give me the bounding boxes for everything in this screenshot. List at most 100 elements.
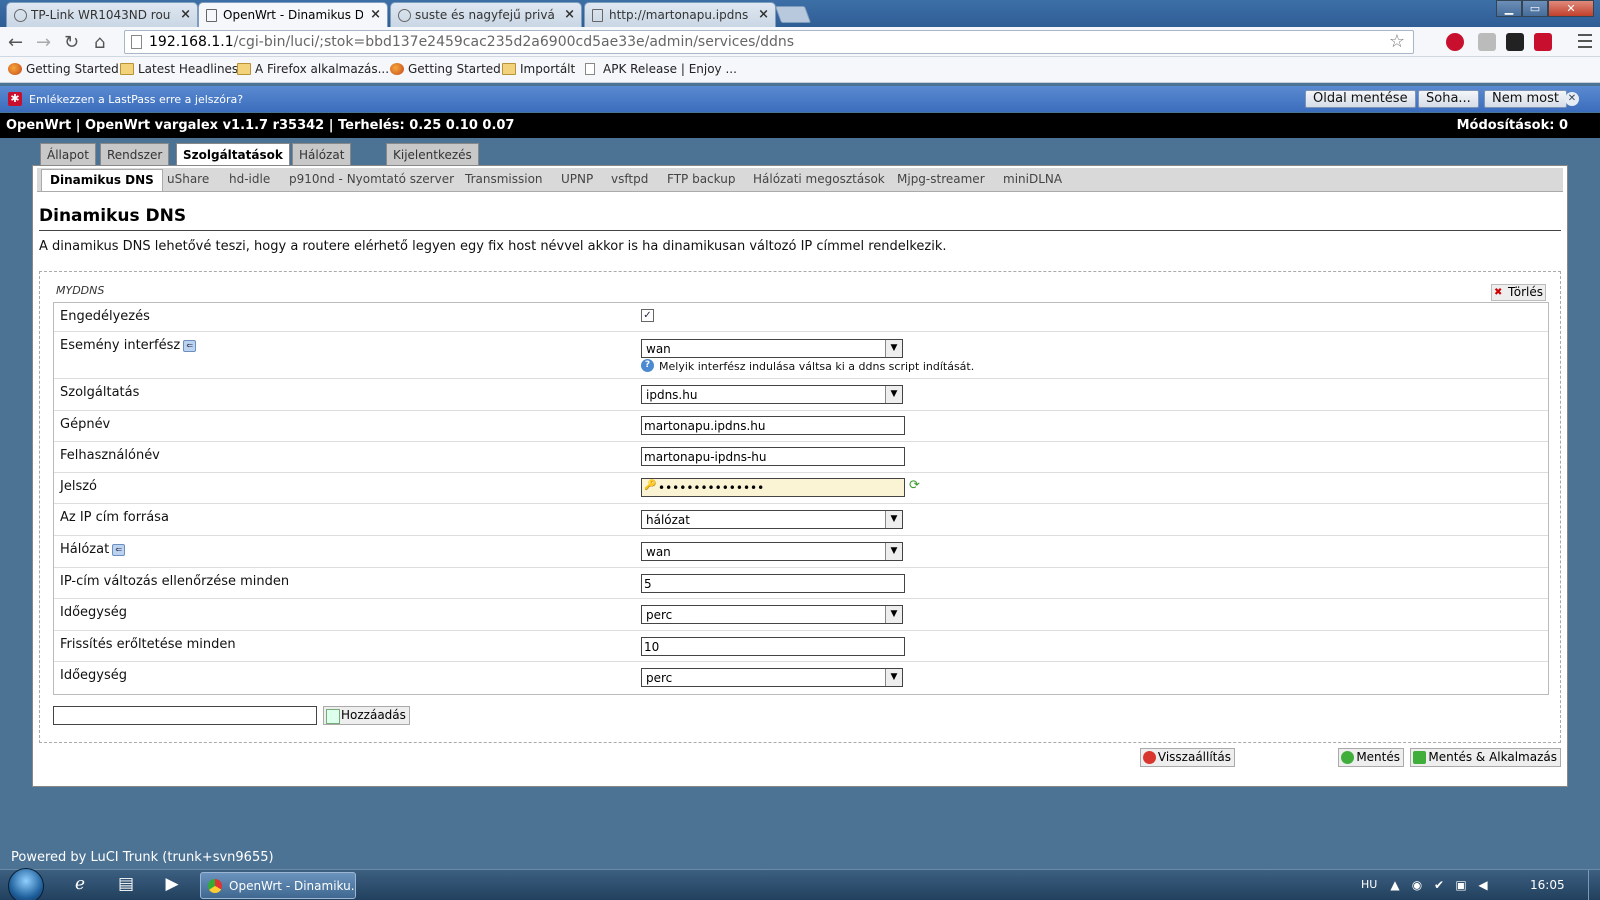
maximize-window-button[interactable]: ▭ xyxy=(1522,0,1548,17)
help-icon[interactable]: ⇐ xyxy=(183,339,197,352)
forward-arrow-icon[interactable]: → xyxy=(36,32,51,53)
security-tray-icon[interactable]: ✔ xyxy=(1432,878,1446,892)
explorer-folder-icon[interactable]: ▤ xyxy=(114,874,138,896)
close-tab-icon[interactable]: × xyxy=(564,7,575,22)
page-description: A dinamikus DNS lehetővé teszi, hogy a r… xyxy=(39,239,947,254)
field-label: Időegység xyxy=(60,668,128,683)
enabled-checkbox[interactable]: ✓ xyxy=(641,309,654,322)
subtab-dynamic-dns[interactable]: Dinamikus DNS xyxy=(41,169,163,191)
browser-tab-martonapu[interactable]: http://martonapu.ipdns.hu × xyxy=(584,2,776,27)
save-apply-button[interactable]: Mentés & Alkalmazás xyxy=(1410,748,1561,767)
bookmark-apk-release[interactable]: APK Release | Enjoy ... xyxy=(585,62,737,76)
tab-services[interactable]: Szolgáltatások xyxy=(176,143,290,166)
bookmark-label: APK Release | Enjoy ... xyxy=(603,62,737,76)
check-interval-input[interactable]: 5 xyxy=(641,574,905,593)
force-unit-select[interactable]: perc ▼ xyxy=(641,668,903,687)
lastpass-icon: ✱ xyxy=(8,92,22,106)
dropdown-arrow-icon: ▼ xyxy=(885,386,902,403)
dropdown-arrow-icon: ▼ xyxy=(885,669,902,686)
bookmark-label: A Firefox alkalmazás... xyxy=(255,62,390,76)
help-icon[interactable]: ⇐ xyxy=(112,543,126,556)
event-interface-select[interactable]: wan ▼ xyxy=(641,339,903,358)
internet-explorer-icon[interactable]: ℯ xyxy=(68,874,92,896)
tab-system[interactable]: Rendszer xyxy=(100,143,170,165)
address-bar[interactable]: 192.168.1.1/cgi-bin/luci/;stok=bbd137e24… xyxy=(124,30,1414,54)
subtab-ftp-backup[interactable]: FTP backup xyxy=(667,172,735,186)
lastpass-close-icon[interactable]: ✕ xyxy=(1565,92,1579,106)
button-label: Mentés & Alkalmazás xyxy=(1428,750,1557,764)
bookmark-getting-started-2[interactable]: Getting Started xyxy=(390,62,501,76)
password-input[interactable]: ••••••••••••••• xyxy=(641,478,905,497)
save-button[interactable]: Mentés xyxy=(1338,748,1404,767)
field-label: Szolgáltatás xyxy=(60,385,140,400)
bookmark-label: Getting Started xyxy=(408,62,501,76)
tab-status[interactable]: Állapot xyxy=(40,143,96,165)
media-player-icon[interactable]: ▶ xyxy=(160,874,184,896)
lastpass-save-button[interactable]: Oldal mentése xyxy=(1305,90,1416,108)
adblock-extension-icon[interactable] xyxy=(1446,33,1464,51)
bookmark-star-icon[interactable]: ☆ xyxy=(1389,31,1405,52)
subtab-ushare[interactable]: uShare xyxy=(167,172,209,186)
delete-button[interactable]: Törlés xyxy=(1490,284,1546,301)
subtab-vsftpd[interactable]: vsftpd xyxy=(611,172,648,186)
field-label: Felhasználónév xyxy=(60,448,160,463)
bookmark-getting-started[interactable]: Getting Started xyxy=(8,62,119,76)
reset-icon xyxy=(1142,751,1156,764)
search-favicon-icon xyxy=(14,9,27,22)
browser-tab-tplink[interactable]: TP-Link WR1043ND router × xyxy=(6,2,198,27)
start-button[interactable] xyxy=(8,868,44,900)
d-extension-icon[interactable] xyxy=(1506,33,1524,51)
tab-network[interactable]: Hálózat xyxy=(292,143,352,165)
subtab-upnp[interactable]: UPNP xyxy=(561,172,593,186)
subtab-transmission[interactable]: Transmission xyxy=(465,172,543,186)
volume-tray-icon[interactable]: ◀ xyxy=(1476,878,1490,892)
dropdown-arrow-icon: ▼ xyxy=(885,606,902,623)
reveal-password-icon[interactable]: ⟳ xyxy=(909,478,920,493)
minimize-window-button[interactable]: ▁ xyxy=(1496,0,1522,17)
menu-icon[interactable] xyxy=(1578,34,1592,48)
subtab-minidlna[interactable]: miniDLNA xyxy=(1003,172,1062,186)
home-icon[interactable]: ⌂ xyxy=(94,32,105,53)
network-tray-icon[interactable]: ▣ xyxy=(1454,878,1468,892)
download-extension-icon[interactable] xyxy=(1478,33,1496,51)
bookmark-firefox-apps[interactable]: A Firefox alkalmazás... xyxy=(237,62,389,76)
changes-counter[interactable]: Módosítások: 0 xyxy=(1457,118,1568,133)
taskbar-clock[interactable]: 16:05 xyxy=(1530,878,1565,892)
network-select[interactable]: wan ▼ xyxy=(641,542,903,561)
reset-button[interactable]: Visszaállítás xyxy=(1139,748,1235,767)
subtab-network-shares[interactable]: Hálózati megosztások xyxy=(753,172,885,186)
username-input[interactable]: martonapu-ipdns-hu xyxy=(641,447,905,466)
close-tab-icon[interactable]: × xyxy=(180,7,191,22)
bookmark-latest-headlines[interactable]: Latest Headlines xyxy=(120,62,238,76)
close-tab-icon[interactable]: × xyxy=(370,7,381,22)
subtab-mjpg-streamer[interactable]: Mjpg-streamer xyxy=(897,172,985,186)
show-hidden-icons-icon[interactable]: ▲ xyxy=(1388,878,1402,892)
service-select[interactable]: ipdns.hu ▼ xyxy=(641,385,903,404)
subtab-p910nd[interactable]: p910nd - Nyomtató szerver xyxy=(289,172,454,186)
bookmark-imported[interactable]: Importált xyxy=(502,62,575,76)
force-interval-input[interactable]: 10 xyxy=(641,637,905,656)
lastpass-extension-icon[interactable] xyxy=(1534,33,1552,51)
taskbar-chrome-task[interactable]: OpenWrt - Dinamiku... xyxy=(200,872,356,899)
add-button[interactable]: Hozzáadás xyxy=(323,706,410,725)
show-desktop-button[interactable] xyxy=(1588,870,1600,900)
lastpass-never-button[interactable]: Soha... xyxy=(1418,90,1479,108)
new-section-input[interactable] xyxy=(53,706,317,725)
close-window-button[interactable]: ✕ xyxy=(1548,0,1594,17)
ip-source-select[interactable]: hálózat ▼ xyxy=(641,510,903,529)
browser-tab-suste[interactable]: suste és nagyfejű privát be × xyxy=(390,2,582,27)
field-label: Időegység xyxy=(60,605,128,620)
subtab-hd-idle[interactable]: hd-idle xyxy=(229,172,270,186)
close-tab-icon[interactable]: × xyxy=(758,7,769,22)
back-arrow-icon[interactable]: ← xyxy=(8,32,23,53)
save-apply-icon xyxy=(1413,751,1427,764)
check-unit-select[interactable]: perc ▼ xyxy=(641,605,903,624)
browser-tab-openwrt[interactable]: OpenWrt - Dinamikus DNS × xyxy=(198,2,388,28)
whatsapp-tray-icon[interactable]: ◉ xyxy=(1410,878,1424,892)
hostname-input[interactable]: martonapu.ipdns.hu xyxy=(641,416,905,435)
language-indicator[interactable]: HU xyxy=(1361,878,1377,891)
tab-logout[interactable]: Kijelentkezés xyxy=(386,143,479,165)
new-tab-button[interactable] xyxy=(774,6,812,23)
reload-icon[interactable]: ↻ xyxy=(64,32,79,53)
lastpass-not-now-button[interactable]: Nem most xyxy=(1484,90,1568,108)
